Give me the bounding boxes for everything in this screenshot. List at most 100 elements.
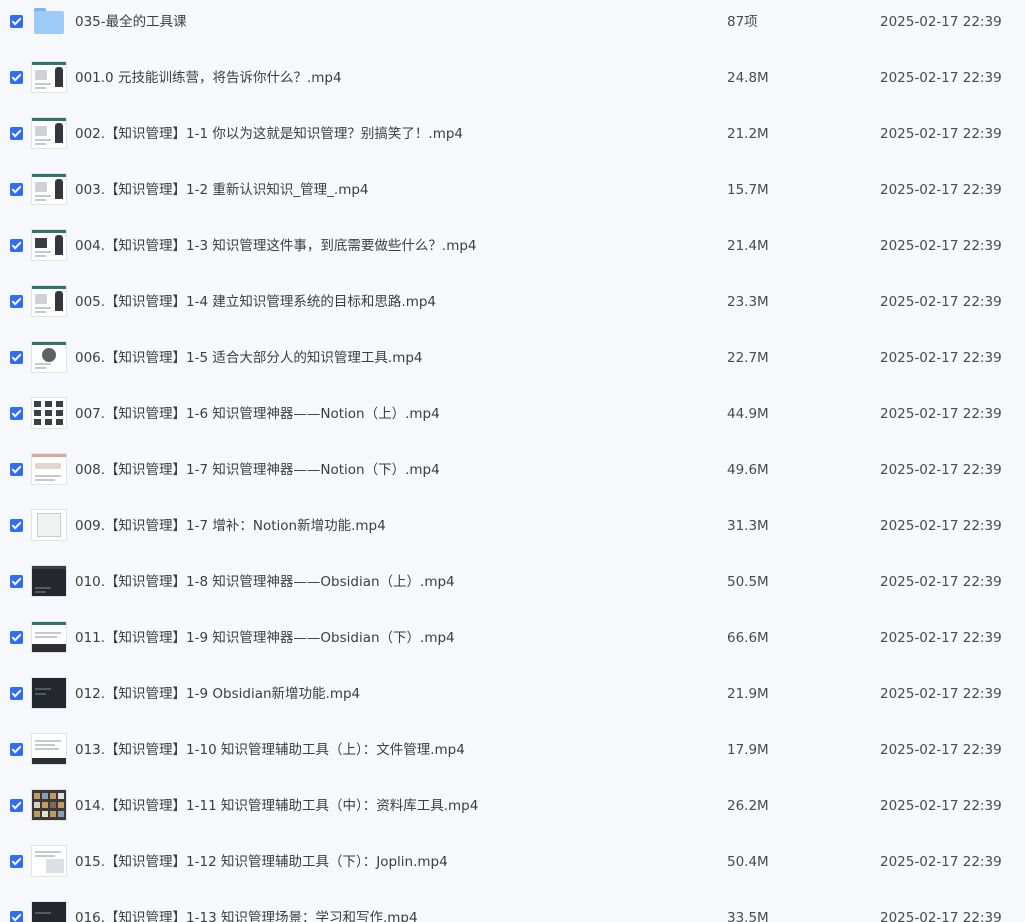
list-item[interactable]: 016.【知识管理】1-13 知识管理场景：学习和写作.mp4 33.5M 20… [0,896,1025,922]
list-item[interactable]: 006.【知识管理】1-5 适合大部分人的知识管理工具.mp4 22.7M 20… [0,336,1025,392]
modified-date: 2025-02-17 22:39 [880,70,1002,86]
checkbox-checked[interactable] [10,239,23,252]
video-thumbnail-icon [32,510,66,540]
checkbox-checked[interactable] [10,351,23,364]
modified-date: 2025-02-17 22:39 [880,182,1002,198]
file-size: 22.7M [727,350,769,366]
file-size: 50.4M [727,854,769,870]
checkbox-checked[interactable] [10,911,23,922]
checkbox-checked[interactable] [10,799,23,812]
checkbox-checked[interactable] [10,407,23,420]
list-item[interactable]: 009.【知识管理】1-7 增补：Notion新增功能.mp4 31.3M 20… [0,504,1025,560]
file-name[interactable]: 015.【知识管理】1-12 知识管理辅助工具（下）：Joplin.mp4 [75,852,448,872]
file-name[interactable]: 010.【知识管理】1-8 知识管理神器——Obsidian（上）.mp4 [75,572,455,592]
file-size: 24.8M [727,70,769,86]
file-name[interactable]: 004.【知识管理】1-3 知识管理这件事，到底需要做些什么？.mp4 [75,236,477,256]
video-thumbnail-icon [32,62,66,92]
checkbox-checked[interactable] [10,15,23,28]
checkbox-checked[interactable] [10,855,23,868]
checkbox-checked[interactable] [10,575,23,588]
modified-date: 2025-02-17 22:39 [880,910,1002,922]
video-thumbnail-icon [32,398,66,428]
modified-date: 2025-02-17 22:39 [880,14,1002,30]
checkbox-checked[interactable] [10,183,23,196]
list-item[interactable]: 012.【知识管理】1-9 Obsidian新增功能.mp4 21.9M 202… [0,672,1025,728]
file-name[interactable]: 014.【知识管理】1-11 知识管理辅助工具（中）：资料库工具.mp4 [75,796,478,816]
file-size: 87项 [727,14,758,30]
checkbox-checked[interactable] [10,71,23,84]
file-name[interactable]: 011.【知识管理】1-9 知识管理神器——Obsidian（下）.mp4 [75,628,455,648]
file-name[interactable]: 016.【知识管理】1-13 知识管理场景：学习和写作.mp4 [75,908,418,922]
file-name[interactable]: 006.【知识管理】1-5 适合大部分人的知识管理工具.mp4 [75,348,423,368]
video-thumbnail-icon [32,846,66,876]
video-thumbnail-icon [32,230,66,260]
file-name[interactable]: 007.【知识管理】1-6 知识管理神器——Notion（上）.mp4 [75,404,440,424]
modified-date: 2025-02-17 22:39 [880,406,1002,422]
video-thumbnail-icon [32,342,66,372]
list-item[interactable]: 014.【知识管理】1-11 知识管理辅助工具（中）：资料库工具.mp4 26.… [0,784,1025,840]
video-thumbnail-icon [32,118,66,148]
file-name[interactable]: 013.【知识管理】1-10 知识管理辅助工具（上）：文件管理.mp4 [75,740,465,760]
modified-date: 2025-02-17 22:39 [880,462,1002,478]
file-size: 21.4M [727,238,769,254]
modified-date: 2025-02-17 22:39 [880,686,1002,702]
list-item[interactable]: 008.【知识管理】1-7 知识管理神器——Notion（下）.mp4 49.6… [0,448,1025,504]
folder-icon [32,6,66,36]
modified-date: 2025-02-17 22:39 [880,518,1002,534]
modified-date: 2025-02-17 22:39 [880,742,1002,758]
list-item[interactable]: 003.【知识管理】1-2 重新认识知识_管理_.mp4 15.7M 2025-… [0,168,1025,224]
video-thumbnail-icon [32,566,66,596]
file-name[interactable]: 002.【知识管理】1-1 你以为这就是知识管理？别搞笑了！.mp4 [75,124,463,144]
file-name[interactable]: 012.【知识管理】1-9 Obsidian新增功能.mp4 [75,684,360,704]
checkbox-checked[interactable] [10,687,23,700]
modified-date: 2025-02-17 22:39 [880,126,1002,142]
file-size: 44.9M [727,406,769,422]
list-item[interactable]: 013.【知识管理】1-10 知识管理辅助工具（上）：文件管理.mp4 17.9… [0,728,1025,784]
checkbox-checked[interactable] [10,463,23,476]
checkbox-checked[interactable] [10,295,23,308]
modified-date: 2025-02-17 22:39 [880,630,1002,646]
file-size: 31.3M [727,518,769,534]
file-name[interactable]: 001.0 元技能训练营，将告诉你什么？.mp4 [75,68,342,88]
file-name[interactable]: 035-最全的工具课 [75,12,187,32]
file-size: 23.3M [727,294,769,310]
list-item[interactable]: 004.【知识管理】1-3 知识管理这件事，到底需要做些什么？.mp4 21.4… [0,224,1025,280]
file-size: 66.6M [727,630,769,646]
list-item[interactable]: 010.【知识管理】1-8 知识管理神器——Obsidian（上）.mp4 50… [0,560,1025,616]
file-size: 49.6M [727,462,769,478]
video-thumbnail-icon [32,734,66,764]
video-thumbnail-icon [32,286,66,316]
file-size: 26.2M [727,798,769,814]
list-item[interactable]: 015.【知识管理】1-12 知识管理辅助工具（下）：Joplin.mp4 50… [0,840,1025,896]
list-item[interactable]: 002.【知识管理】1-1 你以为这就是知识管理？别搞笑了！.mp4 21.2M… [0,112,1025,168]
modified-date: 2025-02-17 22:39 [880,854,1002,870]
checkbox-checked[interactable] [10,519,23,532]
file-size: 21.2M [727,126,769,142]
video-thumbnail-icon [32,678,66,708]
file-name[interactable]: 003.【知识管理】1-2 重新认识知识_管理_.mp4 [75,180,369,200]
list-item[interactable]: 007.【知识管理】1-6 知识管理神器——Notion（上）.mp4 44.9… [0,392,1025,448]
file-size: 50.5M [727,574,769,590]
modified-date: 2025-02-17 22:39 [880,574,1002,590]
checkbox-checked[interactable] [10,127,23,140]
file-name[interactable]: 005.【知识管理】1-4 建立知识管理系统的目标和思路.mp4 [75,292,436,312]
file-name[interactable]: 009.【知识管理】1-7 增补：Notion新增功能.mp4 [75,516,386,536]
file-name[interactable]: 008.【知识管理】1-7 知识管理神器——Notion（下）.mp4 [75,460,440,480]
modified-date: 2025-02-17 22:39 [880,798,1002,814]
list-item[interactable]: 035-最全的工具课 87项 2025-02-17 22:39 [0,0,1025,56]
file-size: 15.7M [727,182,769,198]
video-thumbnail-icon [32,174,66,204]
video-thumbnail-icon [32,790,66,820]
file-size: 21.9M [727,686,769,702]
file-size: 33.5M [727,910,769,922]
video-thumbnail-icon [32,902,66,922]
checkbox-checked[interactable] [10,631,23,644]
modified-date: 2025-02-17 22:39 [880,294,1002,310]
list-item[interactable]: 011.【知识管理】1-9 知识管理神器——Obsidian（下）.mp4 66… [0,616,1025,672]
list-item[interactable]: 005.【知识管理】1-4 建立知识管理系统的目标和思路.mp4 23.3M 2… [0,280,1025,336]
modified-date: 2025-02-17 22:39 [880,238,1002,254]
list-item[interactable]: 001.0 元技能训练营，将告诉你什么？.mp4 24.8M 2025-02-1… [0,56,1025,112]
video-thumbnail-icon [32,622,66,652]
checkbox-checked[interactable] [10,743,23,756]
modified-date: 2025-02-17 22:39 [880,350,1002,366]
